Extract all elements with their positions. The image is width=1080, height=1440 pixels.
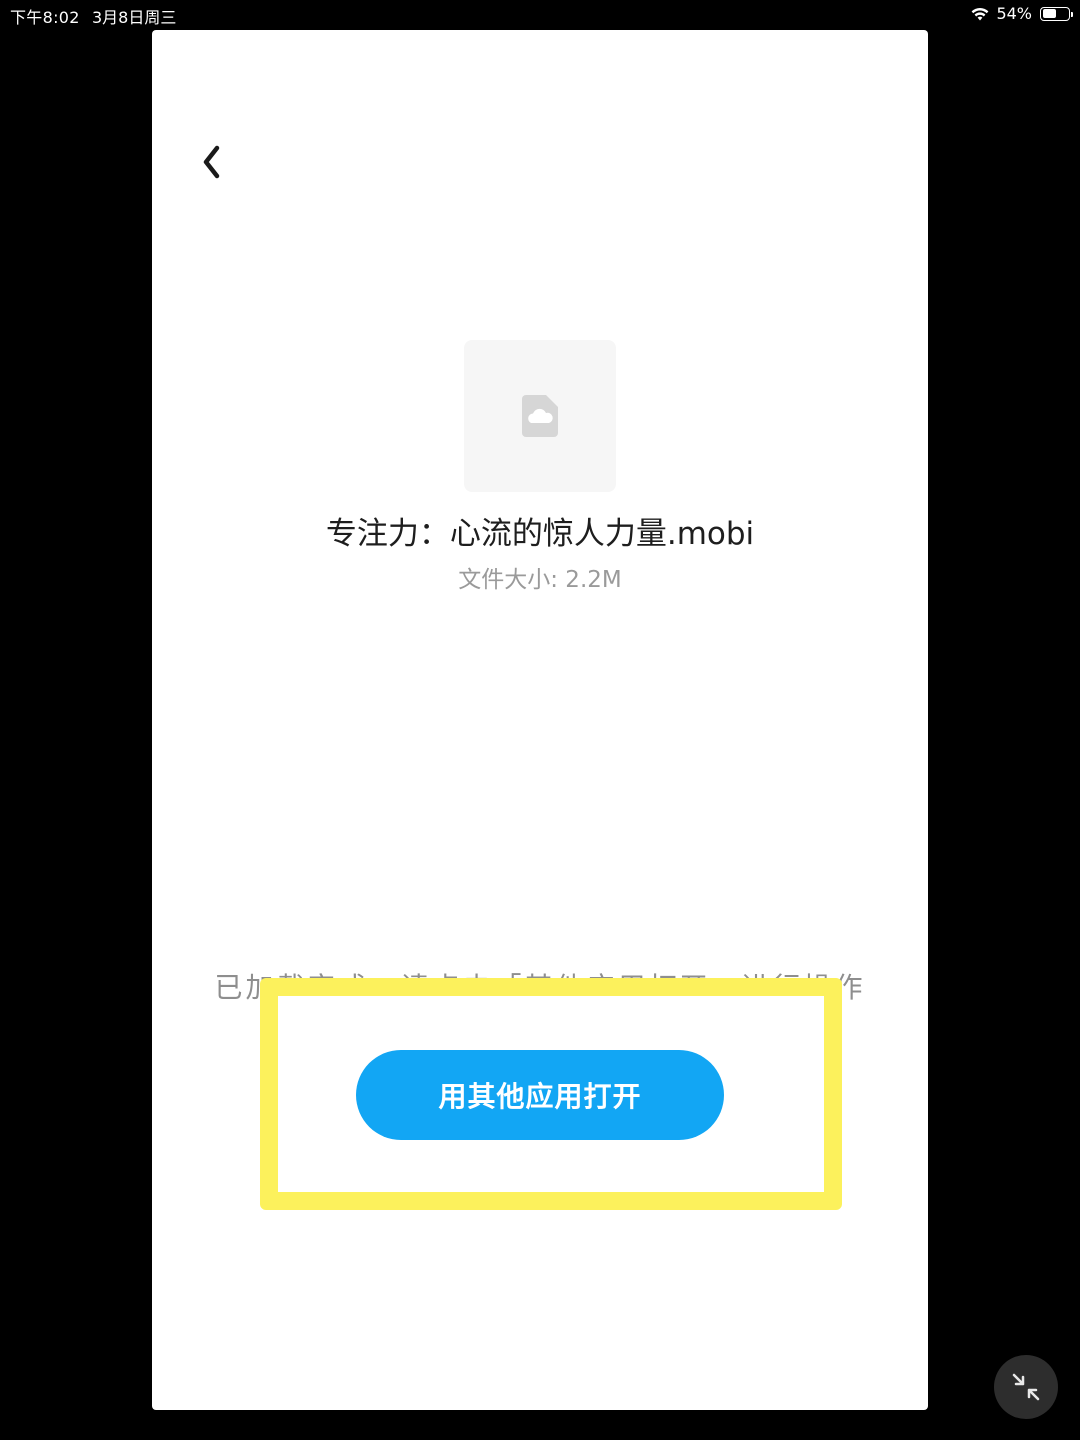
battery-level-fill xyxy=(1042,9,1056,18)
file-preview-panel: 专注力：心流的惊人力量.mobi 文件大小: 2.2M 已加载完成，请点击「其他… xyxy=(152,30,928,1410)
cloud-file-icon xyxy=(522,395,558,437)
wifi-icon xyxy=(970,6,990,22)
battery-icon xyxy=(1040,6,1073,21)
status-time: 下午8:02 xyxy=(10,8,80,27)
file-name: 专注力：心流的惊人力量.mobi xyxy=(325,516,755,552)
status-bar: 下午8:02 3月8日周三 54% xyxy=(0,0,1080,28)
chevron-left-icon xyxy=(203,145,220,179)
back-button[interactable] xyxy=(192,138,232,188)
battery-cap xyxy=(1071,11,1073,17)
status-indicators: 54% xyxy=(970,4,1073,23)
file-thumbnail xyxy=(464,340,616,492)
minimize-button[interactable] xyxy=(994,1355,1058,1419)
minimize-arrows-icon xyxy=(1012,1373,1040,1401)
open-with-other-app-button[interactable]: 用其他应用打开 xyxy=(356,1050,724,1140)
battery-percent: 54% xyxy=(996,4,1032,23)
status-date: 3月8日周三 xyxy=(92,8,177,27)
file-size: 文件大小: 2.2M xyxy=(458,567,622,593)
